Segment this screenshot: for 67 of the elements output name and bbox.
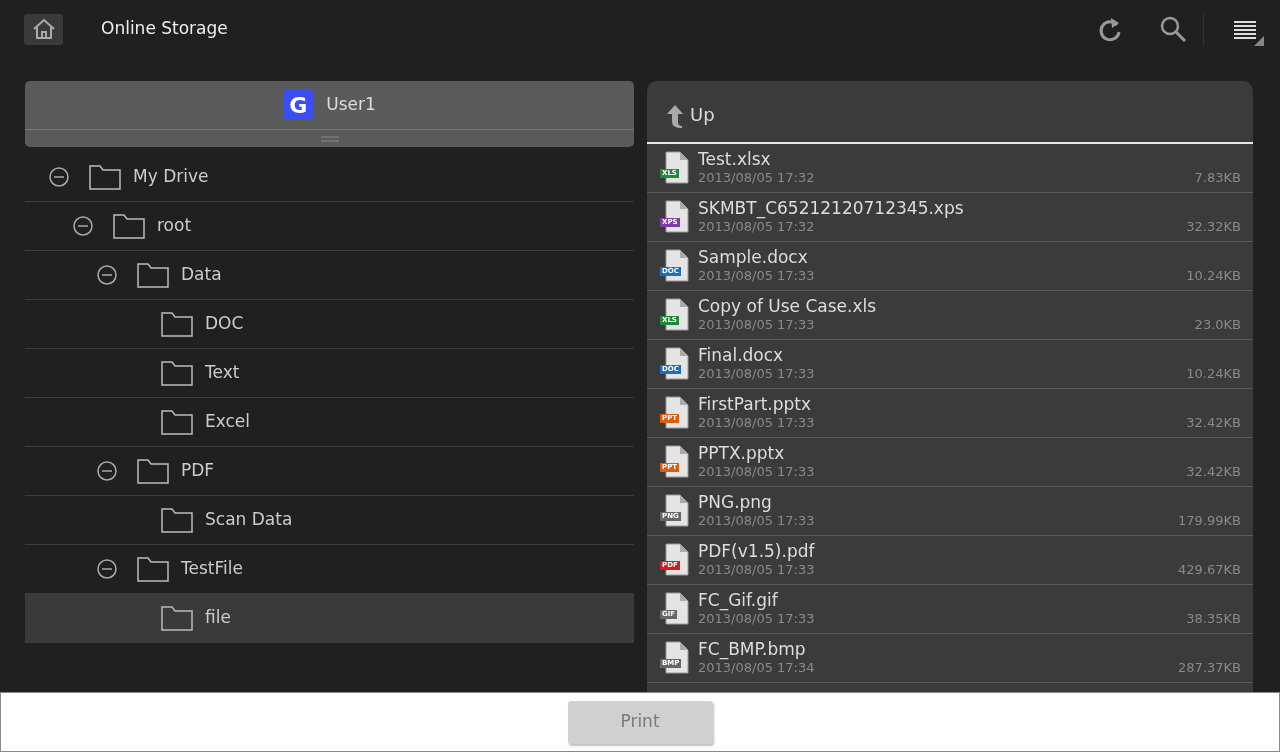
file-date: 2013/08/05 17:33 <box>698 512 815 530</box>
tree-item[interactable]: My Drive <box>25 153 634 202</box>
file-name: FC_Gif.gif <box>698 590 779 610</box>
file-size: 10.24KB <box>1186 365 1241 383</box>
file-size: 287.37KB <box>1178 659 1241 677</box>
folder-icon <box>137 262 169 288</box>
file-size: 429.67KB <box>1178 561 1241 579</box>
tree-item[interactable]: Scan Data <box>25 496 634 545</box>
file-name: PPTX.pptx <box>698 443 786 463</box>
collapse-icon[interactable] <box>97 461 117 481</box>
app-title: Online Storage <box>101 17 228 41</box>
home-button[interactable] <box>24 13 63 45</box>
account-name: User1 <box>326 93 376 117</box>
file-date: 2013/08/05 17:33 <box>698 267 815 285</box>
folder-icon <box>161 605 193 631</box>
file-date: 2013/08/05 17:33 <box>698 316 815 334</box>
home-icon <box>31 18 56 40</box>
file-size: 10.24KB <box>1186 267 1241 285</box>
file-date: 2013/08/05 17:34 <box>698 660 815 677</box>
file-name: FirstPart.pptx <box>698 394 813 414</box>
file-name: PNG.png <box>698 492 773 512</box>
file-date: 2013/08/05 17:32 <box>698 219 815 236</box>
account-header[interactable]: G User1 <box>25 81 634 147</box>
folder-icon <box>161 409 193 435</box>
file-name: Sample.docx <box>698 247 809 267</box>
tree-item[interactable]: Excel <box>25 398 634 447</box>
file-size: 23.0KB <box>1194 316 1241 334</box>
up-arrow-icon <box>666 104 684 128</box>
folder-icon <box>161 507 193 533</box>
search-icon[interactable] <box>1159 15 1187 43</box>
file-name: SKMBT_C65212120712345.xps <box>698 198 965 218</box>
file-name: Test.xlsx <box>698 149 772 169</box>
file-size: 38.35KB <box>1186 610 1241 628</box>
account-logo-icon: G <box>283 90 314 120</box>
folder-icon <box>137 556 169 582</box>
file-name: PDF(v1.5).pdf <box>698 541 816 561</box>
collapse-icon[interactable] <box>97 265 117 285</box>
file-size: 179.99KB <box>1178 512 1241 530</box>
tree-item[interactable]: root <box>25 202 634 251</box>
file-date: 2013/08/05 17:33 <box>698 561 815 579</box>
collapse-icon[interactable] <box>49 167 69 187</box>
tree-item[interactable]: Text <box>25 349 634 398</box>
collapse-icon[interactable] <box>97 559 117 579</box>
collapse-icon[interactable] <box>73 216 93 236</box>
folder-icon <box>137 458 169 484</box>
file-date: 2013/08/05 17:33 <box>698 414 815 432</box>
file-date: 2013/08/05 17:33 <box>698 611 815 628</box>
tree-item[interactable]: PDF <box>25 447 634 496</box>
folder-icon <box>161 360 193 386</box>
tree-item[interactable]: DOC <box>25 300 634 349</box>
file-name: FC_BMP.bmp <box>698 639 807 659</box>
file-date: 2013/08/05 17:33 <box>698 463 815 481</box>
file-size: 32.42KB <box>1186 414 1241 432</box>
file-size: 7.83KB <box>1194 169 1241 187</box>
file-size: 32.42KB <box>1186 463 1241 481</box>
folder-icon <box>113 213 145 239</box>
file-name: Final.docx <box>698 345 785 365</box>
file-date: 2013/08/05 17:32 <box>698 169 815 187</box>
tree-item[interactable]: file <box>25 594 634 643</box>
folder-icon <box>161 311 193 337</box>
up-button[interactable]: Up <box>647 81 1253 144</box>
file-name: Copy of Use Case.xls <box>698 296 878 316</box>
file-size: 32.32KB <box>1186 218 1241 236</box>
refresh-icon[interactable] <box>1097 15 1123 43</box>
tree-item[interactable]: Data <box>25 251 634 300</box>
file-date: 2013/08/05 17:33 <box>698 365 815 383</box>
folder-icon <box>89 164 121 190</box>
